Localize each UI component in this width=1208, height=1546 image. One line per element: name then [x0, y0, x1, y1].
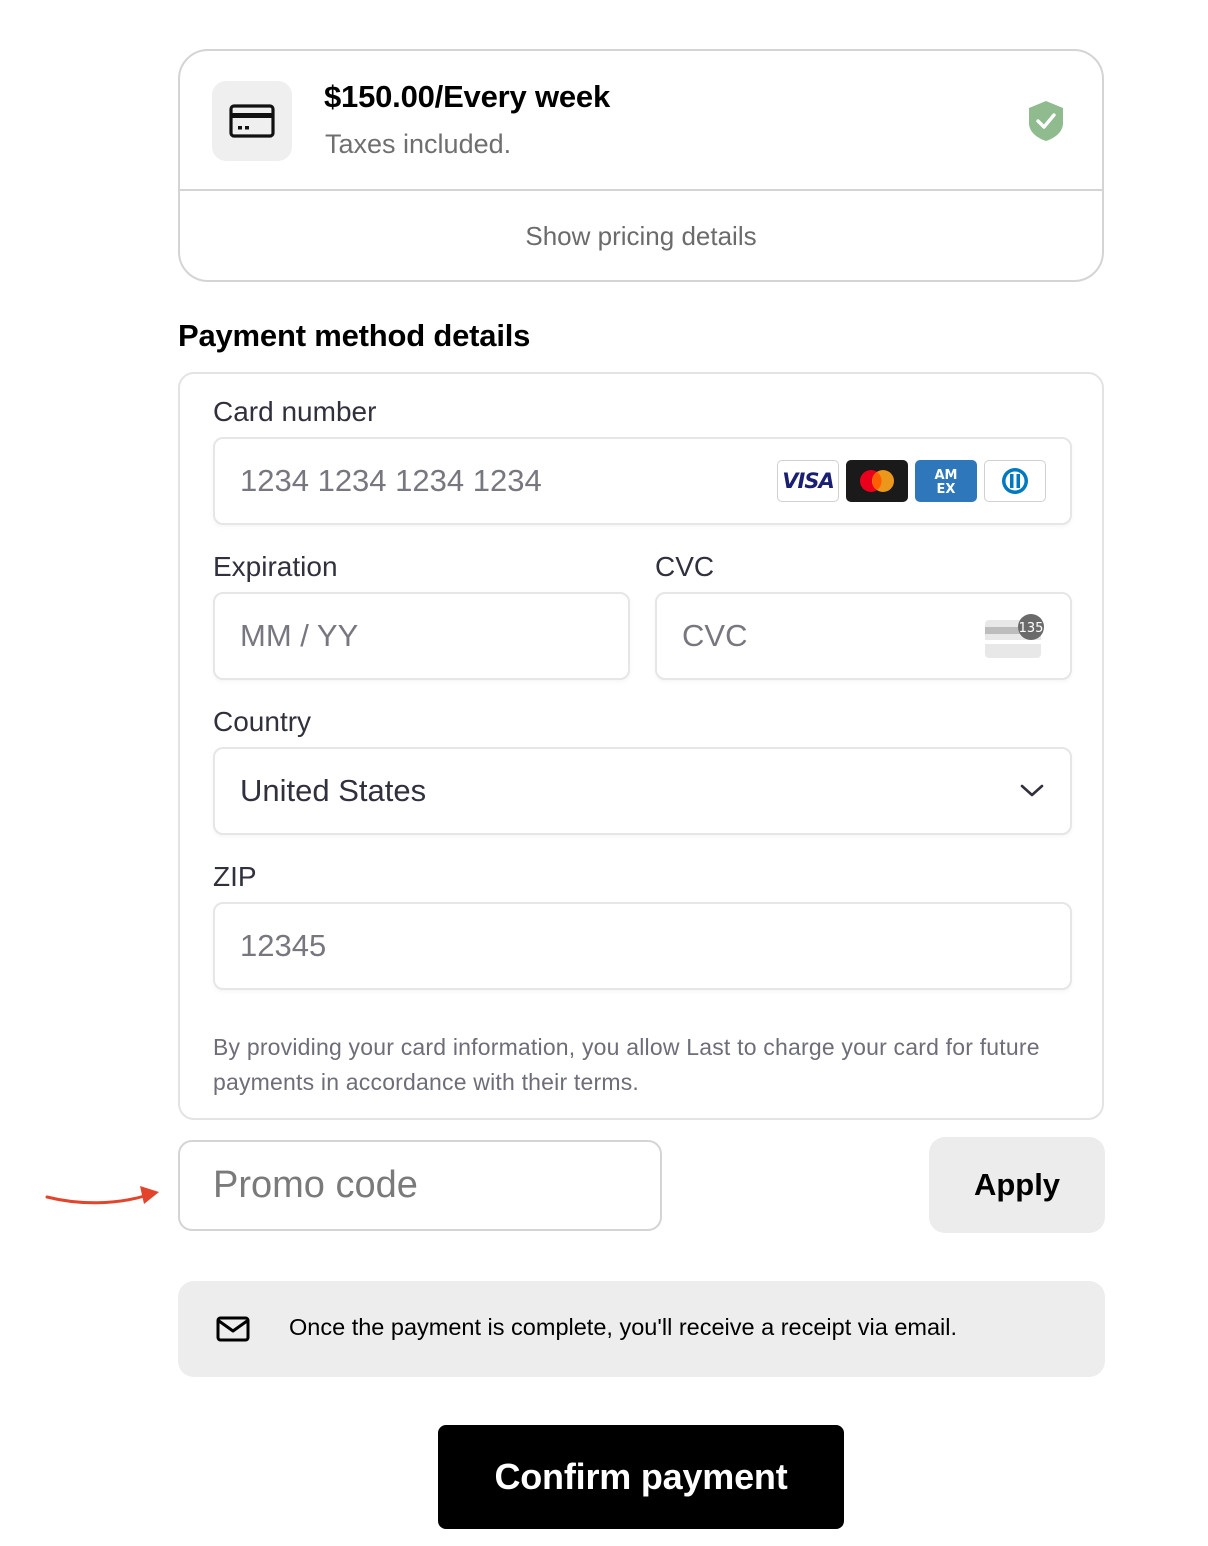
pricing-summary: $150.00/Every week Taxes included.: [180, 51, 1102, 191]
mastercard-icon: [846, 460, 908, 502]
expiration-placeholder: MM / YY: [240, 618, 359, 653]
mail-icon: [216, 1316, 250, 1342]
expiration-input[interactable]: MM / YY: [213, 592, 630, 680]
country-value: United States: [240, 773, 427, 808]
zip-placeholder: 12345: [240, 928, 327, 963]
confirm-payment-button[interactable]: Confirm payment: [438, 1425, 844, 1529]
arrow-right-icon: [45, 1186, 159, 1205]
payment-section-title: Payment method details: [178, 318, 531, 353]
show-pricing-details-link[interactable]: Show pricing details: [180, 191, 1102, 280]
diners-club-icon: [984, 460, 1046, 502]
cvc-card-icon: 135: [985, 614, 1044, 658]
checkout-page: $150.00/Every week Taxes included. Show …: [0, 0, 1208, 1546]
card-brand-list: VISA AM EX: [777, 460, 1046, 502]
zip-label: ZIP: [213, 861, 257, 892]
cvc-placeholder: CVC: [682, 618, 748, 653]
expiration-label: Expiration: [213, 551, 338, 582]
cvc-label: CVC: [655, 551, 715, 582]
tax-note: Taxes included.: [325, 129, 512, 159]
amex-icon: AM EX: [915, 460, 977, 502]
svg-text:135: 135: [1019, 621, 1044, 636]
visa-icon: VISA: [777, 460, 839, 502]
payment-form: Card number 1234 1234 1234 1234 VISA AM …: [178, 372, 1104, 1120]
cvc-input[interactable]: CVC 135: [655, 592, 1072, 680]
credit-card-icon: [212, 81, 292, 161]
card-number-label: Card number: [213, 396, 377, 427]
zip-input[interactable]: 12345: [213, 902, 1072, 990]
svg-text:AM: AM: [935, 468, 958, 483]
pricing-card: $150.00/Every week Taxes included. Show …: [178, 49, 1104, 282]
legal-text: By providing your card information, you …: [213, 1034, 1040, 1095]
country-select[interactable]: United States: [213, 747, 1072, 835]
shield-check-icon: [1029, 101, 1063, 141]
receipt-text: Once the payment is complete, you'll rec…: [289, 1314, 958, 1340]
card-number-input[interactable]: 1234 1234 1234 1234 VISA AM EX: [213, 437, 1072, 525]
promo-code-input[interactable]: Promo code: [178, 1140, 662, 1231]
card-number-placeholder: 1234 1234 1234 1234: [240, 463, 542, 498]
svg-text:EX: EX: [937, 482, 956, 496]
chevron-down-icon: [1020, 784, 1044, 797]
apply-promo-button[interactable]: Apply: [929, 1137, 1105, 1233]
price-amount: $150.00/Every week: [324, 79, 610, 114]
promo-code-placeholder: Promo code: [213, 1164, 418, 1206]
receipt-notice: Once the payment is complete, you'll rec…: [178, 1281, 1105, 1377]
country-label: Country: [213, 706, 312, 737]
